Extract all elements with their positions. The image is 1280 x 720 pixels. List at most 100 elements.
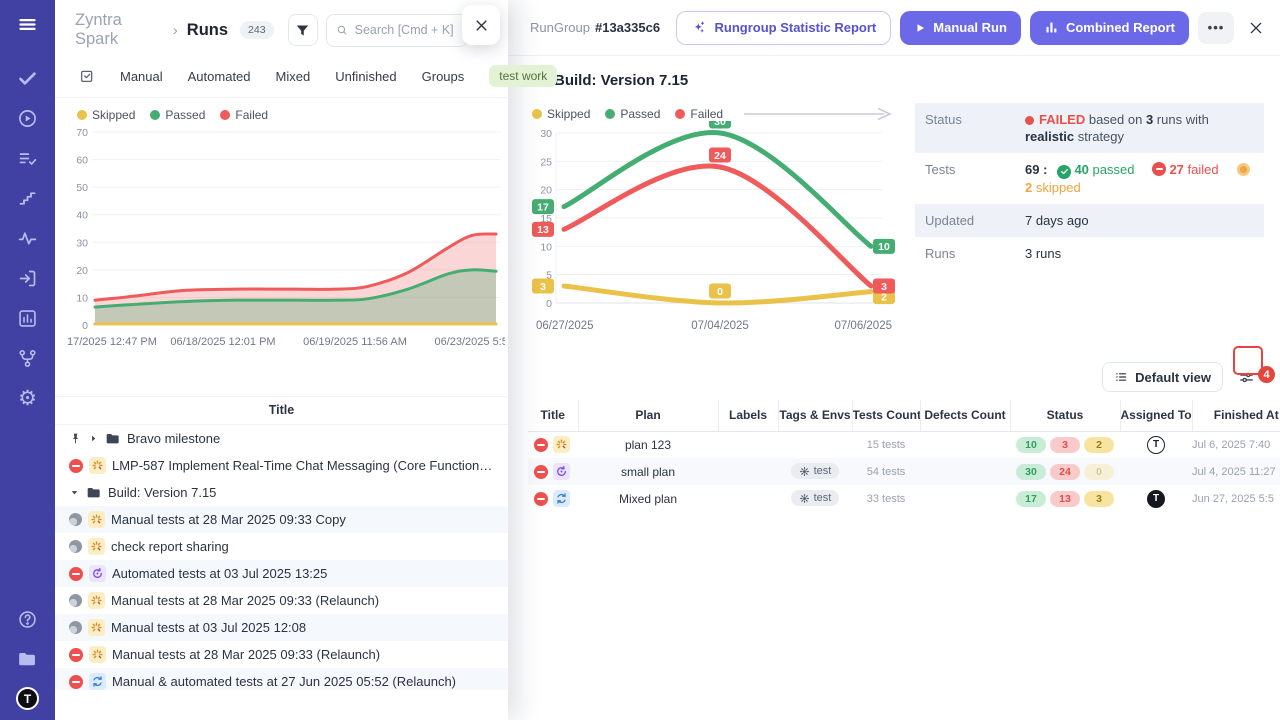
steps-icon[interactable]	[16, 186, 40, 210]
assigned-to-cell	[1120, 458, 1192, 485]
test-plans-icon[interactable]	[16, 146, 40, 170]
neutral-status-icon	[69, 594, 82, 607]
run-list-item[interactable]: Manual & automated tests at 27 Jun 2025 …	[55, 668, 508, 690]
filter-button[interactable]	[288, 14, 318, 46]
run-list-item[interactable]: LMP-587 Implement Real-Time Chat Messagi…	[55, 452, 508, 479]
branches-icon[interactable]	[16, 346, 40, 370]
column-settings-button[interactable]	[1232, 364, 1260, 391]
help-icon[interactable]	[16, 607, 40, 631]
workflow-badge[interactable]: test work	[489, 65, 557, 87]
status-badge: FAILED	[1039, 112, 1085, 127]
table-header-cell[interactable]: Plan	[578, 400, 718, 431]
run-list-item[interactable]: Bravo milestone	[55, 425, 508, 452]
run-list-item[interactable]: Manual tests at 28 Mar 2025 09:33 (Relau…	[55, 587, 508, 614]
analytics-icon[interactable]	[16, 306, 40, 330]
tab-unfinished[interactable]: Unfinished	[335, 69, 396, 84]
pin-icon	[69, 432, 82, 445]
panel-close-button[interactable]	[1248, 20, 1264, 36]
failed-status-icon	[69, 648, 83, 662]
neutral-status-icon	[69, 513, 82, 526]
settings-gear-icon[interactable]: ⚙	[16, 386, 40, 410]
table-row[interactable]: plan 12315 tests1032TJul 6, 2025 7:40	[528, 431, 1280, 458]
neutral-status-icon	[69, 621, 82, 634]
table-header-cell[interactable]: Tests Count	[852, 400, 920, 431]
tab-automated[interactable]: Automated	[188, 69, 251, 84]
automated-run-icon	[555, 465, 568, 478]
table-header-cell[interactable]: Tags & Envs	[778, 400, 852, 431]
finished-at-cell: Jun 27, 2025 5:5	[1192, 485, 1280, 512]
labels-cell	[718, 485, 778, 512]
run-list-item[interactable]: check report sharing	[55, 533, 508, 560]
svg-text:07/04/2025: 07/04/2025	[691, 320, 749, 332]
mixed-run-icon	[555, 492, 568, 505]
passed-dot-icon	[150, 110, 160, 120]
run-list-item[interactable]: Manual tests at 03 Jul 2025 12:08	[55, 614, 508, 641]
activity-icon[interactable]	[16, 226, 40, 250]
svg-text:30: 30	[714, 121, 726, 128]
app: ⚙ T Zyntra Spark › Runs 243 Manual Autom…	[0, 0, 1280, 720]
rungroup-id: #13a335c6	[595, 20, 660, 35]
runs-list: Bravo milestone LMP-587 Implement Real-Ti…	[55, 425, 508, 690]
finished-at-cell: Jul 6, 2025 7:40	[1192, 431, 1280, 458]
statistic-report-button[interactable]: Rungroup Statistic Report	[676, 11, 891, 45]
run-list-item[interactable]: Manual tests at 28 Mar 2025 09:33 Copy	[55, 506, 508, 533]
table-header-cell[interactable]: Labels	[718, 400, 778, 431]
passed-check-icon	[1057, 165, 1071, 179]
table-row[interactable]: Mixed plantest33 tests17133TJun 27, 2025…	[528, 485, 1280, 512]
tag-badge: test	[791, 463, 840, 479]
table-header-cell[interactable]: Assigned To	[1120, 400, 1192, 431]
run-list-item[interactable]: Manual tests at 28 Mar 2025 09:33 (Relau…	[55, 641, 508, 668]
plan-cell[interactable]: small plan	[578, 458, 718, 485]
combined-report-button[interactable]: Combined Report	[1030, 11, 1189, 45]
manual-run-icon	[90, 621, 103, 634]
search-box[interactable]	[326, 14, 468, 47]
tab-groups[interactable]: Groups	[422, 69, 465, 84]
runs-play-icon[interactable]	[16, 106, 40, 130]
table-header-cell[interactable]: Finished At	[1192, 400, 1280, 431]
table-header-cell[interactable]: Title	[528, 400, 578, 431]
breadcrumb-project[interactable]: Zyntra Spark	[75, 11, 164, 49]
page-title: Runs	[187, 21, 228, 40]
failed-pill: 13	[1050, 491, 1080, 507]
passed-dot-icon	[605, 109, 615, 119]
projects-folder-icon[interactable]	[16, 647, 40, 671]
run-list-item[interactable]: Build: Version 7.15	[55, 479, 508, 506]
run-list-item[interactable]: Automated tests at 03 Jul 2025 13:25	[55, 560, 508, 587]
tab-manual[interactable]: Manual	[120, 69, 163, 84]
select-runs-icon[interactable]	[79, 68, 95, 84]
menu-icon[interactable]	[16, 12, 40, 36]
svg-text:25: 25	[540, 156, 552, 168]
chevron-right-icon	[88, 433, 99, 444]
search-input[interactable]	[355, 23, 458, 37]
manual-run-icon	[90, 540, 103, 553]
manual-run-button[interactable]: Manual Run	[900, 11, 1021, 45]
svg-text:13: 13	[537, 224, 549, 236]
chevron-down-icon[interactable]	[69, 487, 80, 498]
runs-trend-chart: 01020304050607017/2025 12:47 PM06/18/202…	[65, 124, 505, 356]
manual-run-icon	[88, 619, 105, 636]
tests-check-icon[interactable]	[16, 66, 40, 90]
chevron-right-icon[interactable]	[88, 433, 99, 444]
import-icon[interactable]	[16, 266, 40, 290]
table-header-cell[interactable]: Status	[1010, 400, 1120, 431]
table-toolbar: Default view	[508, 348, 1280, 400]
mixed-run-icon	[553, 490, 570, 507]
more-actions-button[interactable]: •••	[1198, 12, 1234, 44]
defects-count-cell	[920, 485, 1010, 512]
failed-status-icon	[534, 465, 548, 479]
run-title: Manual tests at 28 Mar 2025 09:33 (Relau…	[111, 593, 379, 608]
run-title: LMP-587 Implement Real-Time Chat Messagi…	[112, 458, 498, 473]
table-row[interactable]: small plantest54 tests30240Jul 4, 2025 1…	[528, 458, 1280, 485]
breadcrumb-separator: ›	[172, 22, 179, 39]
default-view-button[interactable]: Default view	[1102, 362, 1223, 392]
rungroup-title: Build: Version 7.15	[554, 72, 688, 89]
plan-cell[interactable]: plan 123	[578, 431, 718, 458]
plan-cell[interactable]: Mixed plan	[578, 485, 718, 512]
drawer-close-button[interactable]	[462, 5, 500, 45]
skipped-dot-icon	[77, 110, 87, 120]
tab-mixed[interactable]: Mixed	[276, 69, 311, 84]
profile-avatar[interactable]: T	[16, 687, 39, 710]
table-header-cell[interactable]: Defects Count	[920, 400, 1010, 431]
svg-text:07/06/2025: 07/06/2025	[834, 320, 892, 332]
gear-icon	[799, 466, 810, 477]
